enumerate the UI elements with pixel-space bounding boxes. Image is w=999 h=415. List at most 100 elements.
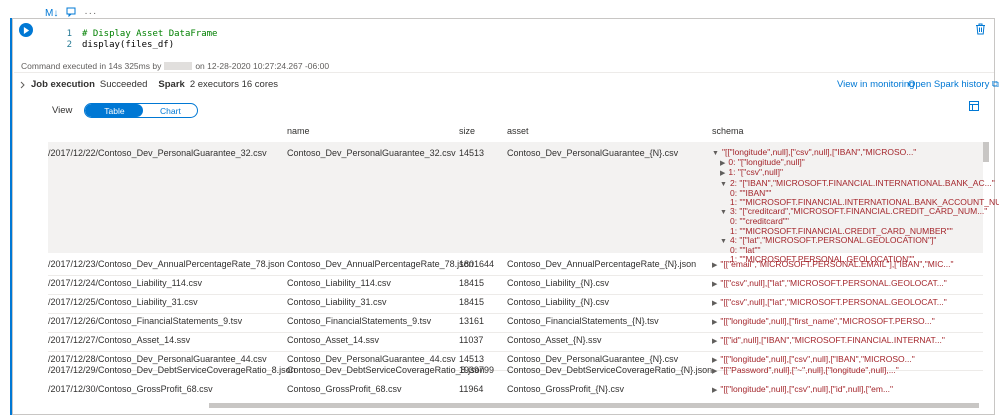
expand-triangle-icon[interactable]: ▶ bbox=[712, 387, 717, 394]
schema-value: "[["csv",null],["lat","MICROSOFT.PERSONA… bbox=[720, 278, 947, 288]
delete-cell-icon[interactable] bbox=[975, 23, 987, 35]
column-header-schema[interactable]: schema bbox=[712, 126, 744, 136]
table-row[interactable]: /2017/12/27/Contoso_Asset_14.ssv Contoso… bbox=[48, 332, 983, 351]
run-cell-button[interactable] bbox=[19, 23, 33, 37]
path-cell: /2017/12/22/Contoso_Dev_PersonalGuarante… bbox=[48, 148, 267, 158]
schema-value: "[["id",null],["IBAN","MICROSOFT.FINANCI… bbox=[720, 335, 945, 345]
schema-cell: ▶ "[["longitude",null],["first_name","MIC… bbox=[712, 316, 935, 326]
asset-cell: Contoso_Dev_DebtServiceCoverageRatio_{N}… bbox=[507, 365, 713, 375]
schema-cell: ▶ "[["email","MICROSOFT.PERSONAL.EMAIL"],… bbox=[712, 259, 953, 269]
expand-triangle-icon[interactable]: ▶ bbox=[720, 160, 725, 167]
collapse-triangle-icon[interactable]: ▼ bbox=[720, 181, 727, 188]
asset-cell: Contoso_GrossProfit_{N}.csv bbox=[507, 384, 625, 394]
path-cell: /2017/12/25/Contoso_Liability_31.csv bbox=[48, 297, 198, 307]
expand-triangle-icon[interactable]: ▶ bbox=[720, 170, 725, 177]
job-status: Succeeded bbox=[99, 79, 148, 90]
spark-label: Spark bbox=[158, 79, 185, 90]
expand-triangle-icon[interactable]: ▶ bbox=[712, 368, 717, 375]
exec-prefix: Command executed in 14s 325ms by bbox=[21, 61, 162, 71]
name-cell: Contoso_Dev_AnnualPercentageRate_78.json bbox=[287, 259, 474, 269]
line-number: 2 bbox=[66, 40, 72, 50]
schema-cell: ▶ "[["csv",null],["lat","MICROSOFT.PERSON… bbox=[712, 297, 947, 307]
column-header-name[interactable]: name bbox=[287, 126, 310, 136]
chevron-right-icon[interactable] bbox=[19, 81, 26, 89]
expand-triangle-icon[interactable]: ▶ bbox=[712, 319, 717, 326]
size-cell: 1801644 bbox=[459, 259, 495, 269]
size-cell: 14513 bbox=[459, 148, 485, 158]
schema-node: 3: "["creditcard","MICROSOFT.FINANCIAL.C… bbox=[729, 206, 988, 217]
collapse-triangle-icon[interactable]: ▼ bbox=[712, 150, 719, 157]
view-label: View bbox=[52, 105, 73, 116]
path-cell: /2017/12/24/Contoso_Liability_114.csv bbox=[48, 278, 202, 288]
expand-triangle-icon[interactable]: ▶ bbox=[712, 338, 717, 345]
schema-node: 2: "["IBAN","MICROSOFT.FINANCIAL.INTERNA… bbox=[729, 177, 995, 188]
schema-value: "[["csv",null],["lat","MICROSOFT.PERSONA… bbox=[720, 297, 947, 307]
expand-triangle-icon[interactable]: ▶ bbox=[712, 262, 717, 269]
path-cell: /2017/12/23/Contoso_Dev_AnnualPercentage… bbox=[48, 259, 285, 269]
table-row[interactable]: /2017/12/24/Contoso_Liability_114.csv Co… bbox=[48, 275, 983, 294]
code-text: display(files_df) bbox=[82, 40, 175, 50]
schema-value: "[["longitude",null],["csv",null],["IBAN… bbox=[721, 147, 917, 157]
size-cell: 1939799 bbox=[459, 365, 495, 375]
asset-cell: Contoso_Dev_PersonalGuarantee_{N}.csv bbox=[507, 148, 679, 158]
view-in-monitoring-link[interactable]: View in monitoring bbox=[837, 79, 914, 90]
asset-cell: Contoso_FinancialStatements_{N}.tsv bbox=[507, 316, 659, 326]
spark-info: 2 executors 16 cores bbox=[189, 79, 279, 90]
size-cell: 11037 bbox=[459, 335, 484, 345]
path-cell: /2017/12/26/Contoso_FinancialStatements_… bbox=[48, 316, 243, 326]
path-cell: /2017/12/30/Contoso_GrossProfit_68.csv bbox=[48, 384, 213, 394]
code-editor[interactable]: 1 # Display Asset DataFrame 2 display(file… bbox=[58, 29, 218, 51]
name-cell: Contoso_Asset_14.ssv bbox=[287, 335, 380, 345]
exec-suffix: on 12-28-2020 10:27:24.267 -06:00 bbox=[195, 61, 330, 71]
asset-cell: Contoso_Liability_{N}.csv bbox=[507, 297, 610, 307]
size-cell: 18415 bbox=[459, 278, 485, 288]
path-cell: /2017/12/27/Contoso_Asset_14.ssv bbox=[48, 335, 191, 345]
execution-summary: Command executed in 14s 325ms by on 12-2… bbox=[21, 61, 329, 71]
table-row[interactable]: /2017/12/29/Contoso_Dev_DebtServiceCover… bbox=[48, 362, 983, 381]
asset-cell: Contoso_Asset_{N}.ssv bbox=[507, 335, 602, 345]
schema-node: 0: "["longitude",null]" bbox=[728, 157, 805, 168]
table-view-button[interactable]: Table bbox=[85, 104, 144, 117]
code-line: 1 # Display Asset DataFrame bbox=[58, 29, 218, 40]
table-row[interactable]: /2017/12/22/Contoso_Dev_PersonalGuarante… bbox=[48, 142, 999, 264]
left-gutter bbox=[0, 0, 10, 415]
expand-triangle-icon[interactable]: ▶ bbox=[712, 281, 717, 288]
name-cell: Contoso_GrossProfit_68.csv bbox=[287, 384, 402, 394]
size-cell: 13161 bbox=[459, 316, 485, 326]
line-number: 1 bbox=[66, 29, 72, 39]
schema-tree: ▼ "[["longitude",null],["csv",null],["IBA… bbox=[712, 147, 999, 264]
name-cell: Contoso_FinancialStatements_9.tsv bbox=[287, 316, 432, 326]
schema-node: 1: "["csv",null]" bbox=[728, 167, 783, 178]
name-cell: Contoso_Liability_31.csv bbox=[287, 297, 387, 307]
export-grid-icon[interactable] bbox=[969, 101, 979, 111]
job-execution-row[interactable]: Job execution Succeeded Spark 2 executor… bbox=[19, 79, 278, 90]
schema-cell: ▶ "[["id",null],["IBAN","MICROSOFT.FINANC… bbox=[712, 335, 945, 345]
chart-view-button[interactable]: Chart bbox=[143, 104, 197, 117]
play-icon bbox=[23, 26, 29, 34]
column-header-asset[interactable]: asset bbox=[507, 126, 529, 136]
code-text: # Display Asset DataFrame bbox=[82, 29, 218, 39]
asset-cell: Contoso_Dev_AnnualPercentageRate_{N}.jso… bbox=[507, 259, 697, 269]
horizontal-scrollbar-thumb[interactable] bbox=[209, 403, 979, 408]
name-cell: Contoso_Liability_114.csv bbox=[287, 278, 391, 288]
schema-value: "[["Password",null],["~",null],["longitu… bbox=[720, 365, 899, 375]
path-cell: /2017/12/29/Contoso_Dev_DebtServiceCover… bbox=[48, 365, 296, 375]
more-options-button[interactable]: ··· bbox=[84, 8, 97, 19]
table-row[interactable]: /2017/12/30/Contoso_GrossProfit_68.csv C… bbox=[48, 381, 983, 400]
expand-triangle-icon[interactable]: ▶ bbox=[712, 300, 717, 307]
name-cell: Contoso_Dev_DebtServiceCoverageRatio_8.j… bbox=[287, 365, 485, 375]
asset-cell: Contoso_Liability_{N}.csv bbox=[507, 278, 610, 288]
collapse-triangle-icon[interactable]: ▼ bbox=[720, 209, 727, 216]
schema-cell: ▶ "[["csv",null],["lat","MICROSOFT.PERSON… bbox=[712, 278, 947, 288]
table-row[interactable]: /2017/12/25/Contoso_Liability_31.csv Con… bbox=[48, 294, 983, 313]
vertical-scrollbar-thumb[interactable] bbox=[983, 142, 989, 162]
schema-cell: ▶ "[["longitude",null],["csv",null],["id"… bbox=[712, 384, 893, 394]
divider bbox=[14, 72, 994, 73]
collapse-triangle-icon[interactable]: ▼ bbox=[720, 238, 727, 245]
column-header-size[interactable]: size bbox=[459, 126, 475, 136]
table-row[interactable]: /2017/12/23/Contoso_Dev_AnnualPercentage… bbox=[48, 256, 983, 275]
code-line: 2 display(files_df) bbox=[58, 40, 217, 51]
markdown-toggle-button[interactable]: M↓ bbox=[45, 8, 58, 19]
table-row[interactable]: /2017/12/26/Contoso_FinancialStatements_… bbox=[48, 313, 983, 332]
open-spark-history-link[interactable]: Open Spark history ⧉ bbox=[908, 79, 999, 90]
